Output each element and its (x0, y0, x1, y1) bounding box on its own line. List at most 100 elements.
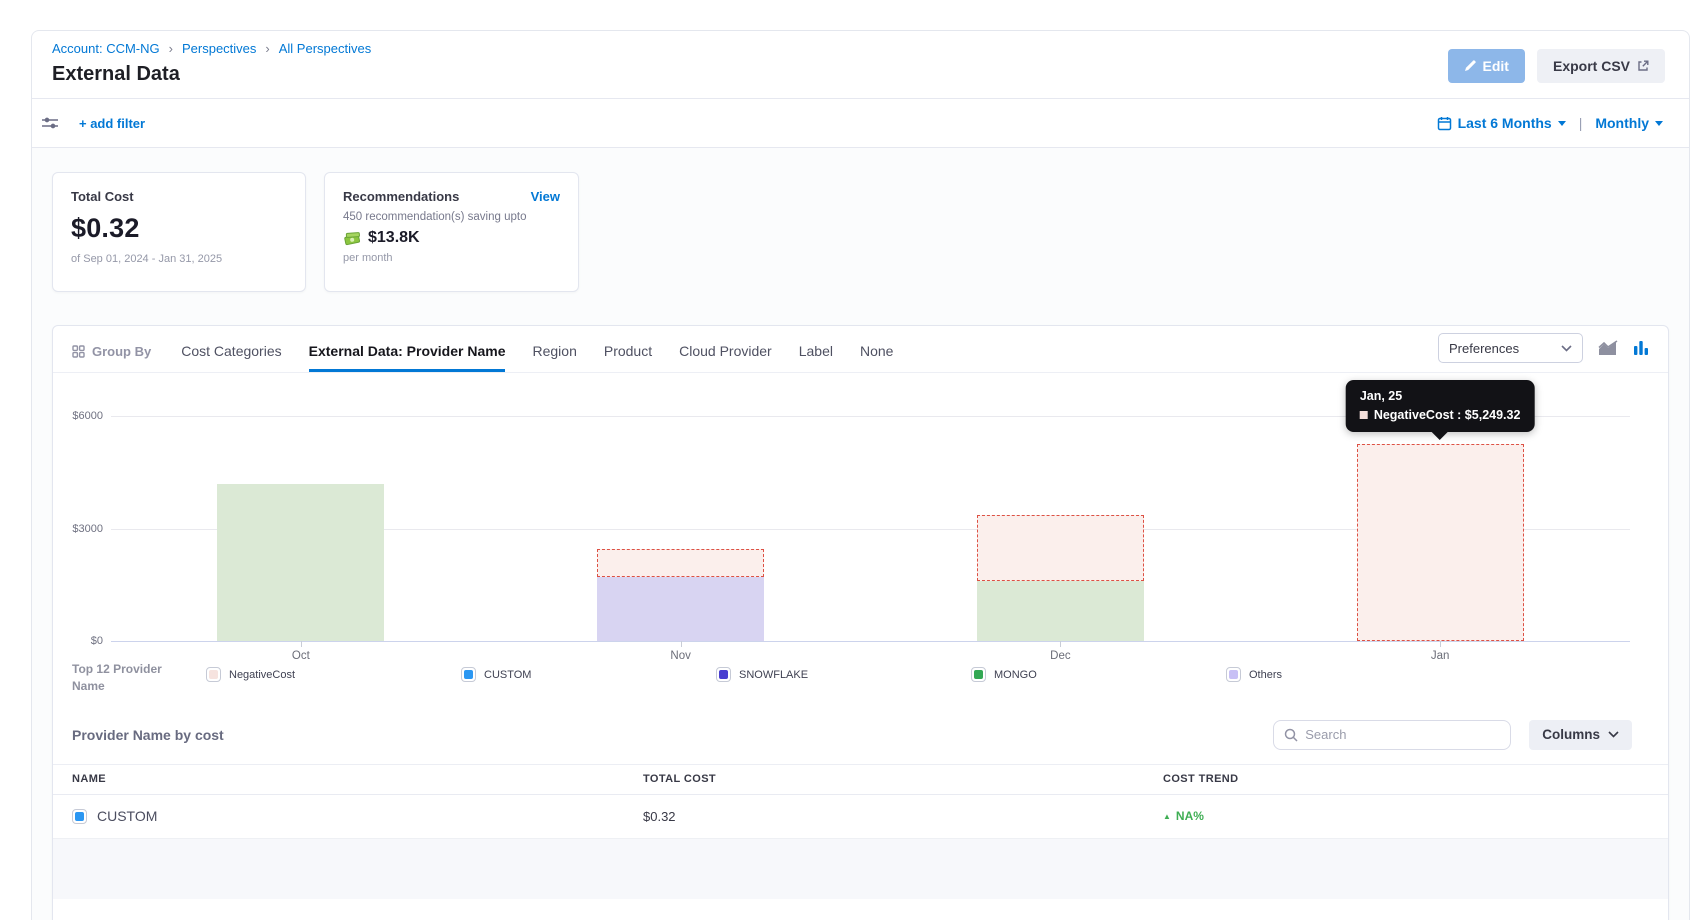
provider-swatch (72, 809, 87, 824)
legend-items: NegativeCost CUSTOM SNOWFLAKE MONGO Others (206, 661, 1649, 682)
filter-divider: | (1579, 115, 1583, 131)
groupby-tab-cloud-provider[interactable]: Cloud Provider (679, 331, 772, 372)
perspective-chart-card: Group By Cost Categories External Data: P… (52, 325, 1669, 920)
x-axis-label: Jan (1431, 650, 1450, 662)
recommendations-view-link[interactable]: View (531, 189, 560, 204)
column-header-total-cost[interactable]: TOTAL COST (643, 773, 1163, 785)
chart-plot-area: $0$3000$6000OctNovDecJanJan, 25NegativeC… (111, 391, 1630, 641)
table-body: CUSTOM$0.32▲NA% (53, 795, 1668, 839)
column-header-name[interactable]: NAME (72, 773, 643, 785)
cell-total-cost: $0.32 (643, 809, 1163, 824)
legend-swatch (206, 667, 221, 682)
table-next-row-partial (53, 839, 1668, 899)
x-axis-label: Nov (670, 650, 690, 662)
legend-item-snowflake[interactable]: SNOWFLAKE (716, 667, 971, 682)
legend-label: NegativeCost (229, 669, 295, 681)
gridline-0 (111, 641, 1630, 642)
table-row-custom[interactable]: CUSTOM$0.32▲NA% (53, 795, 1668, 839)
preferences-dropdown[interactable]: Preferences (1438, 333, 1583, 363)
legend-item-custom[interactable]: CUSTOM (461, 667, 716, 682)
total-cost-value: $0.32 (71, 213, 287, 244)
money-icon (343, 231, 362, 246)
group-by-row: Group By Cost Categories External Data: P… (53, 326, 1668, 373)
pencil-icon (1464, 60, 1476, 72)
grid-icon (72, 345, 85, 358)
x-axis-tick (1060, 641, 1061, 647)
page-header: Account: CCM-NG › Perspectives › All Per… (32, 31, 1689, 99)
bar-segment-mongo[interactable] (977, 581, 1144, 641)
trend-up-icon: ▲ (1163, 812, 1171, 821)
groupby-tab-none[interactable]: None (860, 331, 893, 372)
breadcrumb-account[interactable]: Account: CCM-NG (52, 41, 160, 56)
date-range-dropdown[interactable]: Last 6 Months (1458, 115, 1552, 131)
group-by-tabs: Cost Categories External Data: Provider N… (181, 331, 893, 372)
groupby-tab-label[interactable]: Label (799, 331, 833, 372)
legend-item-negativecost[interactable]: NegativeCost (206, 667, 461, 682)
y-axis-label: $0 (57, 635, 103, 647)
export-csv-button[interactable]: Export CSV (1537, 49, 1665, 83)
area-chart-icon[interactable] (1598, 340, 1618, 356)
page-title: External Data (52, 63, 371, 86)
content-area: Total Cost $0.32 of Sep 01, 2024 - Jan 3… (32, 148, 1689, 920)
x-axis-tick (1440, 641, 1441, 647)
filter-sliders-icon[interactable] (41, 115, 59, 131)
cell-name: CUSTOM (72, 808, 643, 824)
columns-label: Columns (1542, 727, 1600, 742)
legend-item-mongo[interactable]: MONGO (971, 667, 1226, 682)
export-csv-label: Export CSV (1553, 58, 1630, 74)
bar-chart-icon[interactable] (1633, 340, 1649, 356)
bar-segment-negativecost[interactable] (1357, 444, 1524, 641)
breadcrumb-all-perspectives[interactable]: All Perspectives (279, 41, 371, 56)
y-axis-label: $3000 (57, 523, 103, 535)
legend-label: Others (1249, 669, 1282, 681)
x-axis-label: Dec (1050, 650, 1070, 662)
recommendations-per-month: per month (343, 252, 560, 264)
chevron-down-icon (1655, 121, 1663, 126)
cost-bar-chart: $0$3000$6000OctNovDecJanJan, 25NegativeC… (111, 391, 1630, 641)
calendar-icon (1437, 116, 1452, 131)
chevron-down-icon (1558, 121, 1566, 126)
breadcrumb-separator: › (169, 41, 173, 56)
columns-dropdown[interactable]: Columns (1529, 720, 1632, 750)
tooltip-series-marker (1360, 411, 1368, 419)
total-cost-title: Total Cost (71, 189, 287, 204)
bar-segment-negativecost[interactable] (977, 515, 1144, 581)
bar-segment-negativecost[interactable] (597, 549, 764, 577)
column-header-cost-trend[interactable]: COST TREND (1163, 773, 1668, 785)
granularity-dropdown[interactable]: Monthly (1595, 115, 1649, 131)
legend-label: SNOWFLAKE (739, 669, 808, 681)
breadcrumb-separator: › (265, 41, 269, 56)
groupby-tab-external-data-provider-name[interactable]: External Data: Provider Name (309, 331, 506, 372)
edit-button[interactable]: Edit (1448, 49, 1525, 83)
bar-segment-snowflake[interactable] (597, 577, 764, 641)
preferences-label: Preferences (1449, 341, 1519, 356)
chevron-down-icon (1561, 345, 1572, 352)
legend-swatch (716, 667, 731, 682)
legend-label: MONGO (994, 669, 1037, 681)
table-search[interactable] (1273, 720, 1511, 750)
filter-bar: + add filter Last 6 Months | Monthly (32, 99, 1689, 148)
total-cost-period: of Sep 01, 2024 - Jan 31, 2025 (71, 253, 287, 265)
cell-cost-trend: ▲NA% (1163, 809, 1668, 823)
bar-segment-mongo[interactable] (217, 484, 384, 642)
groupby-tab-product[interactable]: Product (604, 331, 652, 372)
breadcrumb-perspectives[interactable]: Perspectives (182, 41, 256, 56)
recommendations-title: Recommendations (343, 189, 459, 204)
legend-item-others[interactable]: Others (1226, 667, 1282, 682)
x-axis-tick (681, 641, 682, 647)
search-input[interactable] (1305, 727, 1500, 742)
groupby-tab-region[interactable]: Region (532, 331, 576, 372)
table-header-row: NAMETOTAL COSTCOST TREND (53, 764, 1668, 795)
legend-swatch (971, 667, 986, 682)
group-by-label: Group By (92, 344, 151, 359)
recommendations-savings: $13.8K (368, 229, 420, 247)
chart-tooltip: Jan, 25NegativeCost : $5,249.32 (1346, 380, 1535, 432)
tooltip-title: Jan, 25 (1360, 389, 1521, 403)
legend-title: Top 12 Provider Name (72, 661, 184, 696)
breadcrumb: Account: CCM-NG › Perspectives › All Per… (52, 41, 371, 56)
groupby-tab-cost-categories[interactable]: Cost Categories (181, 331, 281, 372)
add-filter-button[interactable]: + add filter (79, 116, 145, 131)
external-link-icon (1637, 60, 1649, 72)
search-icon (1284, 728, 1298, 742)
table-title: Provider Name by cost (72, 727, 224, 743)
